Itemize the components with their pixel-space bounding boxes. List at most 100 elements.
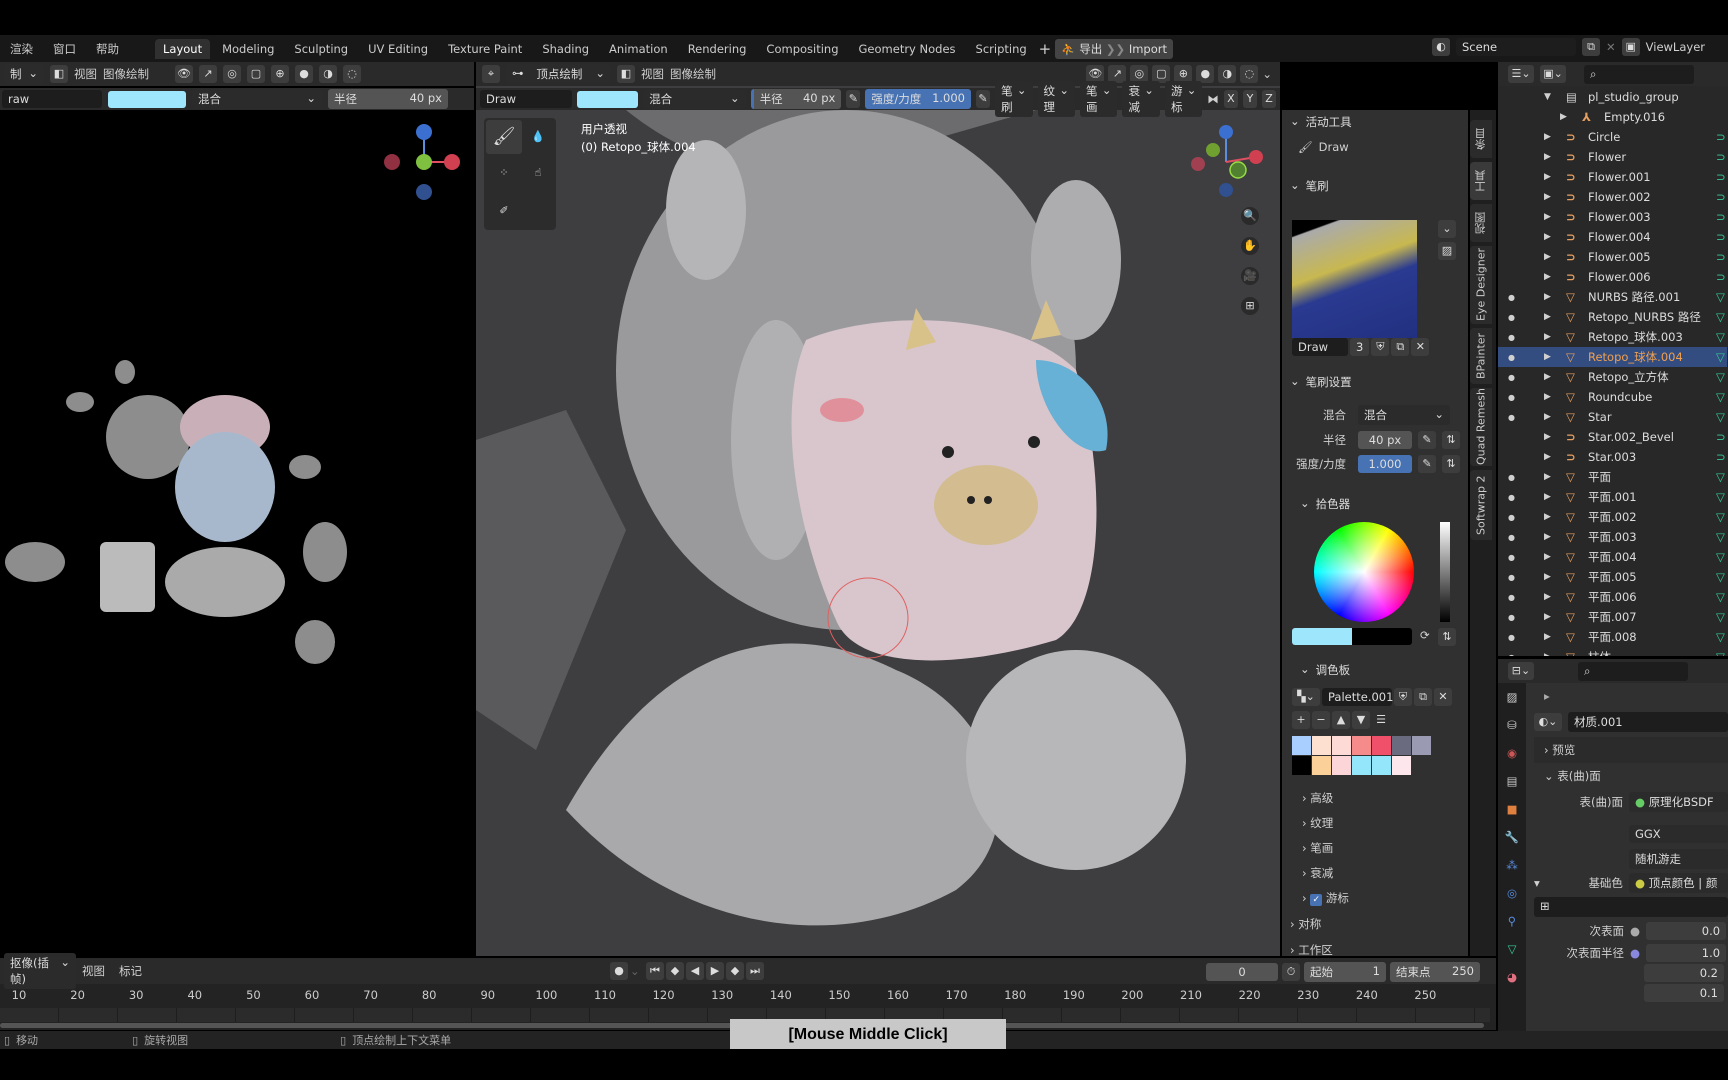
- brush-users-count[interactable]: 3: [1350, 338, 1370, 356]
- outliner-item[interactable]: ● ▶ ▽ Roundcube ▽: [1498, 387, 1727, 407]
- palette-swatch[interactable]: [1312, 736, 1331, 755]
- brush-menu[interactable]: 笔刷 ⌄: [995, 81, 1033, 117]
- left-rendered-shading-icon[interactable]: ◌: [343, 65, 361, 83]
- palette-header[interactable]: ⌄ 调色板: [1292, 658, 1358, 682]
- left-radius-field[interactable]: 半径 40 px: [328, 89, 448, 109]
- expand-arrow-icon[interactable]: ▶: [1544, 212, 1551, 222]
- expand-arrow-icon[interactable]: ▶: [1544, 592, 1551, 602]
- material-browse-icon[interactable]: ◐⌄: [1534, 713, 1562, 731]
- expand-arrow-icon[interactable]: ▶: [1544, 372, 1551, 382]
- expand-arrow-icon[interactable]: ▶: [1544, 652, 1551, 656]
- palette-swatch[interactable]: [1292, 736, 1311, 755]
- palette-swatch[interactable]: [1392, 736, 1411, 755]
- outliner-item[interactable]: ● ▶ ▽ 平面.006 ▽: [1498, 587, 1727, 607]
- left-toggle-icon[interactable]: ◧: [50, 65, 68, 83]
- palette-browse-icon[interactable]: ▚⌄: [1292, 688, 1320, 706]
- brush-settings-header[interactable]: ⌄ 笔刷设置: [1282, 370, 1360, 394]
- expand-arrow-icon[interactable]: ▶: [1544, 392, 1551, 402]
- tab-rendering[interactable]: Rendering: [680, 39, 755, 59]
- primary-color-swatch[interactable]: [1292, 628, 1352, 645]
- camera-view-icon[interactable]: 🎥: [1241, 267, 1259, 285]
- tab-animation[interactable]: Animation: [601, 39, 676, 59]
- palette-duplicate-icon[interactable]: ⧉: [1414, 688, 1432, 706]
- palette-swatch[interactable]: [1372, 756, 1391, 775]
- scene-field[interactable]: Scene: [1456, 38, 1576, 56]
- expand-arrow-icon[interactable]: ▶: [1544, 452, 1551, 462]
- subsurface-radius-z[interactable]: 0.1: [1644, 984, 1724, 1002]
- palette-swatch[interactable]: [1332, 756, 1351, 775]
- expand-arrow-icon[interactable]: ▶: [1544, 612, 1551, 622]
- expand-arrow-icon[interactable]: ▶: [1544, 352, 1551, 362]
- start-frame-field[interactable]: 起始 1: [1304, 962, 1386, 982]
- palette-swatch[interactable]: [1312, 756, 1331, 775]
- expand-arrow-icon[interactable]: ▶: [1544, 292, 1551, 302]
- left-solid-shading-icon[interactable]: ●: [295, 65, 313, 83]
- smear-tool-icon[interactable]: ☝: [522, 156, 554, 190]
- sidebar-radius-field[interactable]: 40 px: [1358, 431, 1412, 449]
- subsurface-radius-y[interactable]: 0.2: [1644, 964, 1724, 982]
- brush-preview[interactable]: [1292, 220, 1417, 338]
- tab-view[interactable]: 视图: [1470, 204, 1492, 242]
- new-scene-icon[interactable]: ⧉: [1582, 38, 1600, 56]
- expand-arrow-icon[interactable]: ▶: [1544, 192, 1551, 202]
- value-slider[interactable]: [1440, 522, 1450, 622]
- left-visibility-icon[interactable]: 👁: [175, 65, 193, 83]
- physics-tab-icon[interactable]: ◎: [1498, 879, 1526, 907]
- brush-color-swatch[interactable]: [577, 90, 639, 108]
- expand-arrow-icon[interactable]: ▶: [1560, 112, 1567, 122]
- palette-remove-icon[interactable]: −: [1312, 711, 1330, 729]
- outliner-item[interactable]: ▶ ⊃ Flower.004 ⊃: [1498, 227, 1727, 247]
- left-wireframe-shading-icon[interactable]: ⊕: [271, 65, 289, 83]
- transform-pivot-icon[interactable]: ⌖: [482, 65, 500, 83]
- outliner-item[interactable]: ▶ ⊃ Circle ⊃: [1498, 127, 1727, 147]
- menu-help[interactable]: 帮助: [88, 38, 127, 60]
- material-shading-icon[interactable]: ◑: [1218, 65, 1237, 83]
- remove-scene-icon[interactable]: ✕: [1606, 40, 1616, 54]
- outliner-item[interactable]: ▶⅄Empty.016⊃: [1498, 107, 1727, 127]
- tab-compositing[interactable]: Compositing: [758, 39, 846, 59]
- view-layer-icon[interactable]: ▣: [1621, 38, 1640, 56]
- average-tool-icon[interactable]: ⁘: [486, 156, 522, 190]
- outliner-item[interactable]: ▶ ⊃ Flower.002 ⊃: [1498, 187, 1727, 207]
- mask-toggle-icon[interactable]: ◧: [617, 65, 635, 83]
- expand-arrow-icon[interactable]: ▶: [1544, 552, 1551, 562]
- secondary-color-swatch[interactable]: [1352, 628, 1412, 645]
- jump-start-icon[interactable]: ⏮: [646, 962, 664, 980]
- sidebar-strength-field[interactable]: 1.000: [1358, 455, 1412, 473]
- tab-scripting[interactable]: Scripting: [968, 39, 1035, 59]
- prev-keyframe-icon[interactable]: ◆: [666, 962, 684, 980]
- left-brush-field[interactable]: raw: [2, 90, 102, 108]
- ortho-grid-icon[interactable]: ⊞: [1241, 297, 1259, 315]
- outliner-item[interactable]: ▶ ⊃ Flower.003 ⊃: [1498, 207, 1727, 227]
- expand-arrow-icon[interactable]: ▶: [1544, 172, 1551, 182]
- menu-window[interactable]: 窗口: [45, 38, 84, 60]
- expand-arrow-icon[interactable]: ▶: [1544, 232, 1551, 242]
- palette-move-down-icon[interactable]: ▼: [1352, 711, 1370, 729]
- timeline-menu-view[interactable]: 视图: [82, 963, 105, 979]
- add-workspace-button[interactable]: +: [1039, 40, 1052, 58]
- tab-quad-remesh[interactable]: Quad Remesh: [1470, 388, 1492, 466]
- output-tab-icon[interactable]: ⛁: [1498, 711, 1526, 739]
- left-xray-icon[interactable]: ▢: [247, 65, 265, 83]
- palette-swatch[interactable]: [1392, 756, 1411, 775]
- outliner-item[interactable]: ● ▶ ▽ Retopo_球体.003 ▽: [1498, 327, 1727, 347]
- outliner-display-mode-icon[interactable]: ☰⌄: [1508, 65, 1534, 83]
- palette-fake-user-icon[interactable]: ⛨: [1394, 688, 1412, 706]
- outliner-filter-icon[interactable]: ▣⌄: [1540, 65, 1566, 83]
- outliner-item[interactable]: ▶ ⊃ Flower.006 ⊃: [1498, 267, 1727, 287]
- outliner-item[interactable]: ● ▶ ▽ Retopo_立方体 ▽: [1498, 367, 1727, 387]
- base-color-expander[interactable]: ▾: [1534, 876, 1540, 890]
- expand-arrow-icon[interactable]: ▼: [1544, 92, 1551, 102]
- expand-arrow-icon[interactable]: ▶: [1544, 132, 1551, 142]
- radius-pressure-icon[interactable]: ✎: [1418, 431, 1436, 449]
- outliner-search-input[interactable]: ⌕: [1584, 64, 1694, 84]
- brush-name-field[interactable]: Draw: [1292, 338, 1348, 356]
- palette-name-field[interactable]: Palette.001: [1322, 688, 1393, 706]
- texture-subpanel[interactable]: › 纹理: [1302, 811, 1349, 836]
- pan-hand-icon[interactable]: ✋: [1241, 237, 1259, 255]
- main-viewport[interactable]: ⌖ ⊶ 顶点绘制 ⌄ ◧ 视图 图像绘制 👁 ↗ ◎ ▢ ⊕ ● ◑ ◌ ⌄ Dra…: [476, 62, 1280, 956]
- palette-swatch[interactable]: [1332, 736, 1351, 755]
- tab-uv-editing[interactable]: UV Editing: [360, 39, 436, 59]
- left-gizmo-icon[interactable]: ↗: [199, 65, 217, 83]
- palette-swatch[interactable]: [1352, 756, 1371, 775]
